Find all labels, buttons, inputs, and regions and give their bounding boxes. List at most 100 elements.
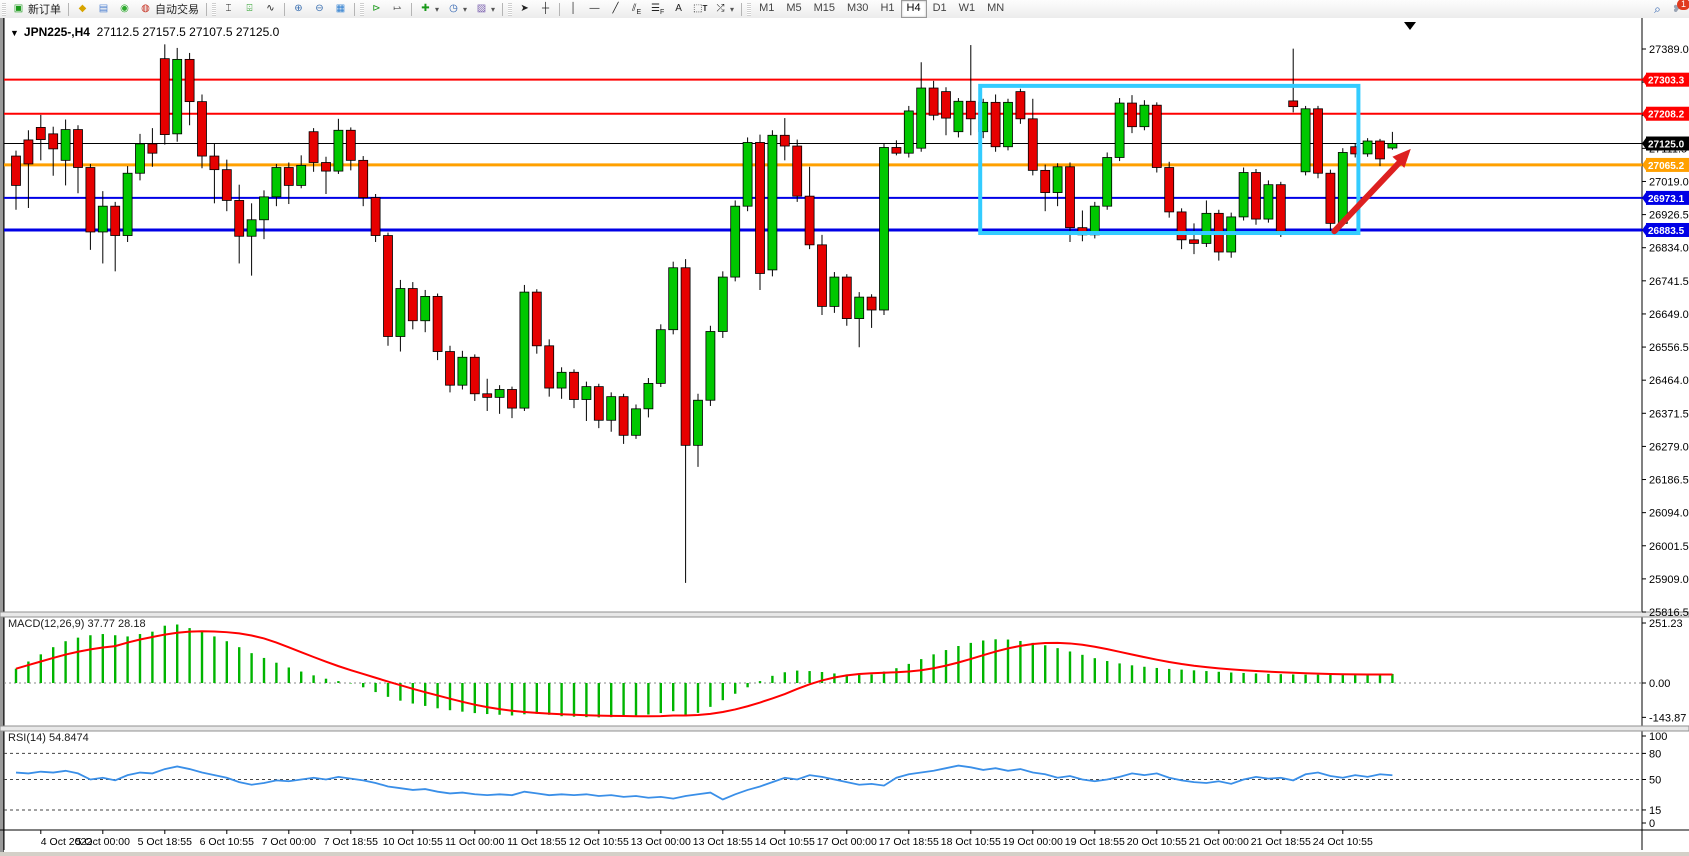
timeframe-m15[interactable]: M15 [808, 0, 841, 18]
zoom-in-button[interactable]: ⊕ [288, 1, 309, 17]
chart-canvas[interactable]: 27389.027296.527204.027111.527019.026926… [0, 18, 1689, 856]
candle-body [210, 156, 219, 170]
rsi-label: RSI(14) 54.8474 [8, 732, 89, 744]
auto-scroll-button[interactable]: ⊳ [366, 1, 387, 17]
timeframe-m30[interactable]: M30 [841, 0, 874, 18]
autotrading-button[interactable]: ◍ 自动交易 [135, 1, 203, 17]
arrows-button[interactable]: ⤮▾ [710, 1, 738, 17]
candle-body [446, 352, 455, 386]
bar-chart-button[interactable]: ⌶ [218, 1, 239, 17]
line-chart-icon: ∿ [264, 3, 277, 15]
candle-body [1066, 167, 1075, 228]
candle-body [235, 200, 244, 236]
zoom-out-button[interactable]: ⊖ [309, 1, 330, 17]
vertical-line-button[interactable]: │ [563, 1, 584, 17]
trendline-button[interactable]: ╱ [605, 1, 626, 17]
chart-shift-button[interactable]: ⥛ [387, 1, 408, 17]
chart-dropdown-icon[interactable]: ▼ [10, 28, 19, 38]
candle-body [384, 236, 393, 337]
templates-button[interactable]: ▨▾ [471, 1, 499, 17]
indicators-add-icon: ✚ [419, 3, 432, 15]
text-label-button[interactable]: ⬚T [689, 1, 710, 17]
timeframe-h4[interactable]: H4 [901, 0, 927, 18]
mt4-terminal: ▣ 新订单 ◆ ▤ ◉ ◍ 自动交易 ⌶ ⌹ ∿ ⊕ ⊖ ▦ ⊳ ⥛ ✚▾ ◷▾… [0, 0, 1689, 856]
candle-body [644, 383, 653, 408]
time-tick-label: 17 Oct 00:00 [817, 836, 877, 848]
candle-body [830, 277, 839, 306]
toolbar-grip[interactable] [2, 3, 6, 16]
axis-tick-label: 26094.0 [1649, 508, 1689, 520]
candle-body [694, 400, 703, 445]
timeframe-bar: M1M5M15M30H1H4D1W1MN [753, 0, 1010, 18]
candle-body [284, 168, 293, 186]
candle-body [594, 387, 603, 421]
candle-body [1140, 105, 1149, 126]
signals-icon: ◉ [118, 3, 131, 15]
timeframe-w1[interactable]: W1 [953, 0, 982, 18]
candle-body [483, 394, 492, 398]
timeframe-m5[interactable]: M5 [780, 0, 807, 18]
candle-body [1202, 213, 1211, 243]
candle-body [656, 330, 665, 384]
rsi-axis-label: 100 [1649, 731, 1667, 743]
candle-body [570, 372, 579, 399]
cursor-icon: ➤ [518, 3, 531, 15]
time-tick-label: 19 Oct 18:55 [1065, 836, 1125, 848]
channel-button[interactable]: ⫽E [626, 1, 647, 17]
chat-badge: 1 [1677, 0, 1689, 10]
candle-body [359, 160, 368, 197]
price-axis[interactable]: 27389.027296.527204.027111.527019.026926… [1642, 44, 1689, 830]
candle-body [880, 147, 889, 310]
crosshair-button[interactable]: ┼ [535, 1, 556, 17]
rsi-axis-label: 80 [1649, 748, 1661, 760]
pane-divider[interactable] [0, 612, 1689, 617]
candle-body [1301, 109, 1310, 172]
horizontal-line-button[interactable]: — [584, 1, 605, 17]
candle-body [1264, 185, 1273, 219]
timeframe-mn[interactable]: MN [981, 0, 1010, 18]
chat-button[interactable]: ❥ 1 [1670, 3, 1683, 16]
search-icon[interactable]: ⌕ [1651, 3, 1664, 15]
autotrading-label: 自动交易 [155, 1, 199, 17]
candle-body [136, 144, 145, 173]
text-button[interactable]: A [668, 1, 689, 17]
timeframe-m1[interactable]: M1 [753, 0, 780, 18]
time-tick-label: 21 Oct 00:00 [1189, 836, 1249, 848]
candle-body [1190, 240, 1199, 244]
chart-title: ▼JPN225-,H4 27112.5 27157.5 27107.5 2712… [10, 25, 279, 39]
price-tag-label: 26973.1 [1648, 194, 1685, 205]
candle-body [508, 389, 517, 408]
periods-button[interactable]: ◷▾ [443, 1, 471, 17]
candle-body [669, 268, 678, 330]
timeframe-d1[interactable]: D1 [927, 0, 953, 18]
line-chart-button[interactable]: ∿ [260, 1, 281, 17]
time-tick-label: 12 Oct 10:55 [569, 836, 629, 848]
candle-body [818, 245, 827, 307]
new-order-button[interactable]: ▣ 新订单 [8, 1, 65, 17]
terminal-button[interactable]: ▤ [93, 1, 114, 17]
crosshair-icon: ┼ [539, 3, 552, 15]
tile-windows-button[interactable]: ▦ [330, 1, 351, 17]
candle-body [36, 127, 45, 139]
pane-divider[interactable] [0, 726, 1689, 731]
timeframe-h1[interactable]: H1 [874, 0, 900, 18]
candlestick-chart-button[interactable]: ⌹ [239, 1, 260, 17]
macd-label: MACD(12,26,9) 37.77 28.18 [8, 618, 146, 630]
charts-cube-icon: ◆ [76, 3, 89, 15]
candle-body [24, 140, 33, 164]
cursor-button[interactable]: ➤ [514, 1, 535, 17]
time-tick-label: 13 Oct 18:55 [693, 836, 753, 848]
fibonacci-button[interactable]: ☰F [647, 1, 668, 17]
candle-body [1028, 119, 1037, 171]
candle-body [160, 59, 169, 135]
candle-body [173, 59, 182, 133]
candle-body [1388, 144, 1397, 148]
indicators-button[interactable]: ✚▾ [415, 1, 443, 17]
price-tag-label: 27125.0 [1648, 140, 1685, 151]
candle-body [74, 130, 83, 168]
axis-tick-label: 26926.5 [1649, 210, 1689, 222]
candle-body [557, 372, 566, 388]
zoom-out-icon: ⊖ [313, 3, 326, 15]
signals-button[interactable]: ◉ [114, 1, 135, 17]
charts-cube-button[interactable]: ◆ [72, 1, 93, 17]
